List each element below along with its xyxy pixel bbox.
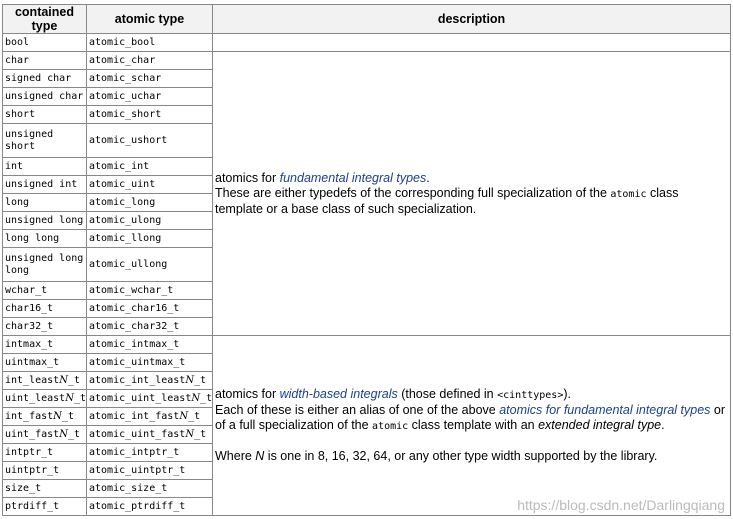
contained-type-cell: unsigned short (2, 123, 87, 158)
desc-text: ). (563, 387, 571, 401)
table-row: char atomic_char atomics for fundamental … (2, 51, 731, 336)
contained-type-cell: long long (2, 229, 87, 248)
contained-type-cell: unsigned long long (2, 247, 87, 282)
atomic-type-cell: atomic_llong (86, 229, 213, 248)
desc-text: . (426, 170, 430, 185)
width-based-integrals-link[interactable]: width-based integrals (280, 387, 398, 401)
atomic-type-cell: atomic_bool (86, 33, 213, 52)
atomic-type-cell: atomic_uint_fastN_t (86, 425, 213, 444)
atomic-type-cell: atomic_ushort (86, 123, 213, 158)
contained-type-cell: ptrdiff_t (2, 497, 87, 516)
contained-type-cell: int_fastN_t (2, 407, 87, 426)
atomic-type-cell: atomic_long (86, 193, 213, 212)
contained-type-cell: unsigned char (2, 87, 87, 106)
cinttypes-code: <cinttypes> (497, 390, 564, 401)
table-row: bool atomic_bool (2, 33, 731, 52)
atomic-type-cell: atomic_ullong (86, 247, 213, 282)
contained-type-cell: wchar_t (2, 281, 87, 300)
contained-type-cell: intmax_t (2, 335, 87, 354)
desc-width-line1: atomics for width-based integrals (those… (215, 387, 728, 403)
contained-type-cell: unsigned int (2, 175, 87, 194)
description-cell-fundamental: atomics for fundamental integral types. … (212, 51, 731, 336)
contained-type-cell: long (2, 193, 87, 212)
table-header-row: contained type atomic type description (2, 4, 731, 34)
atomic-type-cell: atomic_size_t (86, 479, 213, 498)
atomic-type-cell: atomic_uint (86, 175, 213, 194)
contained-type-cell: uintmax_t (2, 353, 87, 372)
atomic-code: atomic (372, 421, 409, 432)
header-contained-type: contained type (2, 4, 87, 34)
atomic-type-cell: atomic_ulong (86, 211, 213, 230)
contained-type-cell: char16_t (2, 299, 87, 318)
extended-integral-type-text: extended integral type (538, 418, 662, 432)
atomic-type-cell: atomic_uintptr_t (86, 461, 213, 480)
atomic-type-cell: atomic_uintmax_t (86, 353, 213, 372)
contained-type-cell: short (2, 105, 87, 124)
atomic-type-cell: atomic_uchar (86, 87, 213, 106)
desc-width-line2: Each of these is either an alias of one … (215, 403, 728, 434)
contained-type-cell: uintptr_t (2, 461, 87, 480)
watermark: https://blog.csdn.net/Darlingqiang (517, 497, 725, 513)
desc-text: These are either typedefs of the corresp… (215, 185, 611, 200)
desc-fund-line2: These are either typedefs of the corresp… (215, 186, 728, 217)
atomic-type-cell: atomic_ptrdiff_t (86, 497, 213, 516)
atomic-types-table-container: contained type atomic type description b… (2, 4, 731, 516)
header-atomic-type: atomic type (86, 4, 213, 34)
contained-type-cell: intptr_t (2, 443, 87, 462)
desc-text: is one in 8, 16, 32, 64, or any other ty… (264, 449, 658, 463)
desc-text: Where (215, 449, 256, 463)
atomic-type-cell: atomic_wchar_t (86, 281, 213, 300)
desc-text: class template with an (408, 418, 539, 432)
contained-type-cell: size_t (2, 479, 87, 498)
atomic-types-table: contained type atomic type description b… (2, 4, 731, 516)
fundamental-integral-types-link[interactable]: fundamental integral types (280, 171, 427, 185)
table-row: intmax_t atomic_intmax_t atomics for widt… (2, 335, 731, 516)
desc-fund-line1: atomics for fundamental integral types. (215, 171, 728, 186)
desc-text: atomics for (215, 387, 280, 401)
atomic-type-cell: atomic_intmax_t (86, 335, 213, 354)
atomic-type-cell: atomic_char (86, 51, 213, 70)
table-body: bool atomic_bool char atomic_char atomics f… (2, 33, 731, 516)
atomic-type-cell: atomic_int_fastN_t (86, 407, 213, 426)
contained-type-cell: signed char (2, 69, 87, 88)
description-fundamental: atomics for fundamental integral types. … (215, 171, 728, 217)
contained-type-cell: int_leastN_t (2, 371, 87, 390)
atomics-fundamental-link[interactable]: atomics for fundamental integral types (499, 403, 710, 417)
description-cell-empty (212, 33, 731, 52)
contained-type-cell: unsigned long (2, 211, 87, 230)
description-cell-width-based: atomics for width-based integrals (those… (212, 335, 731, 516)
atomic-type-cell: atomic_char32_t (86, 317, 213, 336)
header-description: description (212, 4, 731, 34)
atomic-type-cell: atomic_schar (86, 69, 213, 88)
contained-type-cell: char (2, 51, 87, 70)
desc-text: (those defined in (397, 387, 498, 401)
atomic-type-cell: atomic_uint_leastN_t (86, 389, 213, 408)
contained-type-cell: int (2, 157, 87, 176)
n-variable: N (255, 449, 265, 463)
atomic-type-cell: atomic_intptr_t (86, 443, 213, 462)
contained-type-cell: uint_leastN_t (2, 389, 87, 408)
atomic-code: atomic (610, 188, 647, 200)
contained-type-cell: char32_t (2, 317, 87, 336)
desc-text: atomics for (215, 170, 280, 185)
atomic-type-cell: atomic_int_leastN_t (86, 371, 213, 390)
contained-type-cell: uint_fastN_t (2, 425, 87, 444)
desc-text: Each of these is either an alias of one … (215, 403, 500, 417)
contained-type-cell: bool (2, 33, 87, 52)
desc-text: . (661, 418, 665, 432)
atomic-type-cell: atomic_char16_t (86, 299, 213, 318)
desc-width-line3: Where N is one in 8, 16, 32, 64, or any … (215, 449, 728, 464)
atomic-type-cell: atomic_short (86, 105, 213, 124)
description-width-based: atomics for width-based integrals (those… (215, 387, 728, 464)
atomic-type-cell: atomic_int (86, 157, 213, 176)
